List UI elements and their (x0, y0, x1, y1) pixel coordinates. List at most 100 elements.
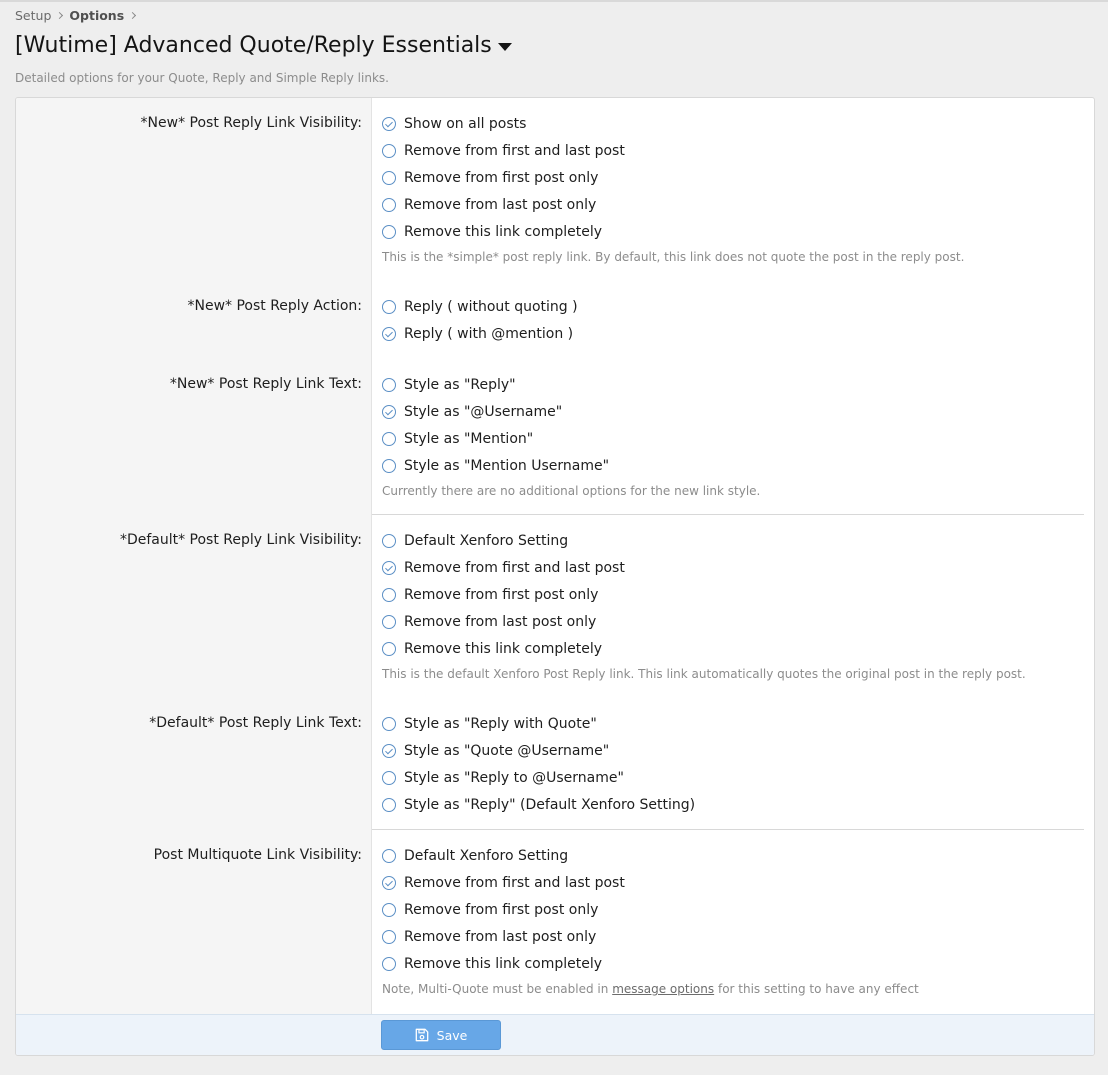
radio-option[interactable]: Remove this link completely (382, 639, 602, 659)
radio-option[interactable]: Reply ( without quoting ) (382, 297, 578, 317)
radio-icon[interactable] (382, 717, 396, 731)
radio-icon[interactable] (382, 300, 396, 314)
radio-option[interactable]: Remove from first and last post (382, 141, 625, 161)
radio-label: Remove from last post only (404, 614, 597, 630)
section-divider (372, 829, 1084, 830)
option-label-new-reply-visibility: *New* Post Reply Link Visibility: (140, 115, 362, 131)
message-options-link[interactable]: message options (612, 982, 714, 996)
hint-text: for this setting to have any effect (717, 982, 919, 996)
radio-option[interactable]: Style as "Reply with Quote" (382, 714, 597, 734)
hint-text: Note, Multi-Quote must be enabled in (382, 982, 609, 996)
radio-option[interactable]: Style as "Quote @Username" (382, 741, 609, 761)
radio-option[interactable]: Remove this link completely (382, 954, 602, 974)
radio-icon[interactable] (382, 744, 396, 758)
breadcrumb-setup[interactable]: Setup (15, 8, 51, 23)
radio-icon[interactable] (382, 876, 396, 890)
radio-option[interactable]: Default Xenforo Setting (382, 531, 568, 551)
page-description: Detailed options for your Quote, Reply a… (15, 71, 389, 85)
radio-option[interactable]: Style as "Reply" (Default Xenforo Settin… (382, 795, 695, 815)
save-icon (415, 1028, 428, 1042)
breadcrumb-options[interactable]: Options (69, 8, 124, 23)
radio-label: Style as "@Username" (404, 404, 563, 420)
radio-option[interactable]: Remove this link completely (382, 222, 602, 242)
radio-icon[interactable] (382, 771, 396, 785)
options-form: *New* Post Reply Link Visibility: Show o… (15, 97, 1095, 1056)
radio-option[interactable]: Reply ( with @mention ) (382, 324, 573, 344)
radio-label: Style as "Quote @Username" (404, 743, 610, 759)
chevron-right-icon (130, 11, 136, 21)
radio-icon[interactable] (382, 534, 396, 548)
radio-icon[interactable] (382, 459, 396, 473)
radio-icon[interactable] (382, 615, 396, 629)
radio-label: Style as "Reply with Quote" (404, 716, 597, 732)
top-border (0, 0, 1108, 2)
radio-icon[interactable] (382, 171, 396, 185)
label-column (16, 98, 372, 1014)
radio-icon[interactable] (382, 198, 396, 212)
radio-icon[interactable] (382, 561, 396, 575)
radio-option[interactable]: Remove from first post only (382, 168, 598, 188)
radio-icon[interactable] (382, 642, 396, 656)
radio-option[interactable]: Style as "Reply" (382, 375, 516, 395)
radio-label: Show on all posts (404, 116, 527, 132)
radio-option[interactable]: Default Xenforo Setting (382, 846, 568, 866)
radio-icon[interactable] (382, 144, 396, 158)
radio-label: Remove from first post only (404, 587, 599, 603)
option-label-multiquote-visibility: Post Multiquote Link Visibility: (153, 847, 362, 863)
radio-icon[interactable] (382, 405, 396, 419)
radio-option[interactable]: Style as "@Username" (382, 402, 562, 422)
radio-label: Remove from last post only (404, 929, 597, 945)
option-hint: This is the default Xenforo Post Reply l… (382, 667, 1026, 681)
option-hint: This is the *simple* post reply link. By… (382, 250, 965, 264)
radio-label: Style as "Reply" (Default Xenforo Settin… (404, 797, 696, 813)
radio-option[interactable]: Remove from first post only (382, 585, 598, 605)
radio-option[interactable]: Remove from first and last post (382, 873, 625, 893)
radio-option[interactable]: Style as "Mention Username" (382, 456, 609, 476)
radio-label: Default Xenforo Setting (404, 848, 569, 864)
option-label-default-reply-text: *Default* Post Reply Link Text: (149, 715, 362, 731)
radio-icon[interactable] (382, 903, 396, 917)
section-divider (372, 514, 1084, 515)
radio-label: Reply ( with @mention ) (404, 326, 574, 342)
page-title: [Wutime] Advanced Quote/Reply Essentials (15, 33, 492, 58)
save-button-label: Save (436, 1027, 468, 1043)
radio-icon[interactable] (382, 225, 396, 239)
radio-option[interactable]: Remove from last post only (382, 612, 596, 632)
radio-option[interactable]: Show on all posts (382, 114, 526, 134)
radio-option[interactable]: Remove from last post only (382, 927, 596, 947)
radio-label: Remove this link completely (404, 224, 603, 240)
radio-icon[interactable] (382, 432, 396, 446)
radio-option[interactable]: Remove from first and last post (382, 558, 625, 578)
option-hint: Currently there are no additional option… (382, 484, 761, 498)
radio-icon[interactable] (382, 957, 396, 971)
radio-icon[interactable] (382, 117, 396, 131)
radio-label: Remove from first and last post (404, 560, 625, 576)
radio-icon[interactable] (382, 327, 396, 341)
option-label-new-reply-action: *New* Post Reply Action: (187, 298, 362, 314)
radio-label: Style as "Mention Username" (404, 458, 610, 474)
radio-label: Style as "Mention" (404, 431, 534, 447)
radio-option[interactable]: Remove from first post only (382, 900, 598, 920)
radio-icon[interactable] (382, 798, 396, 812)
radio-label: Remove from first and last post (404, 143, 625, 159)
option-hint: Note, Multi-Quote must be enabled in mes… (382, 982, 919, 996)
option-label-new-reply-text: *New* Post Reply Link Text: (169, 376, 362, 392)
radio-icon[interactable] (382, 588, 396, 602)
radio-option[interactable]: Remove from last post only (382, 195, 596, 215)
caret-down-icon[interactable] (497, 42, 512, 51)
radio-icon[interactable] (382, 849, 396, 863)
radio-option[interactable]: Style as "Reply to @Username" (382, 768, 624, 788)
option-label-default-reply-visibility: *Default* Post Reply Link Visibility: (119, 532, 362, 548)
radio-label: Remove from last post only (404, 197, 597, 213)
radio-option[interactable]: Style as "Mention" (382, 429, 533, 449)
radio-label: Remove this link completely (404, 956, 603, 972)
radio-icon[interactable] (382, 930, 396, 944)
radio-label: Style as "Reply to @Username" (404, 770, 624, 786)
radio-label: Remove from first post only (404, 902, 599, 918)
radio-label: Remove from first and last post (404, 875, 625, 891)
breadcrumb: Setup Options (15, 8, 142, 23)
radio-icon[interactable] (382, 378, 396, 392)
chevron-right-icon (57, 11, 63, 21)
radio-label: Reply ( without quoting ) (404, 299, 578, 315)
save-button[interactable]: Save (381, 1020, 501, 1050)
